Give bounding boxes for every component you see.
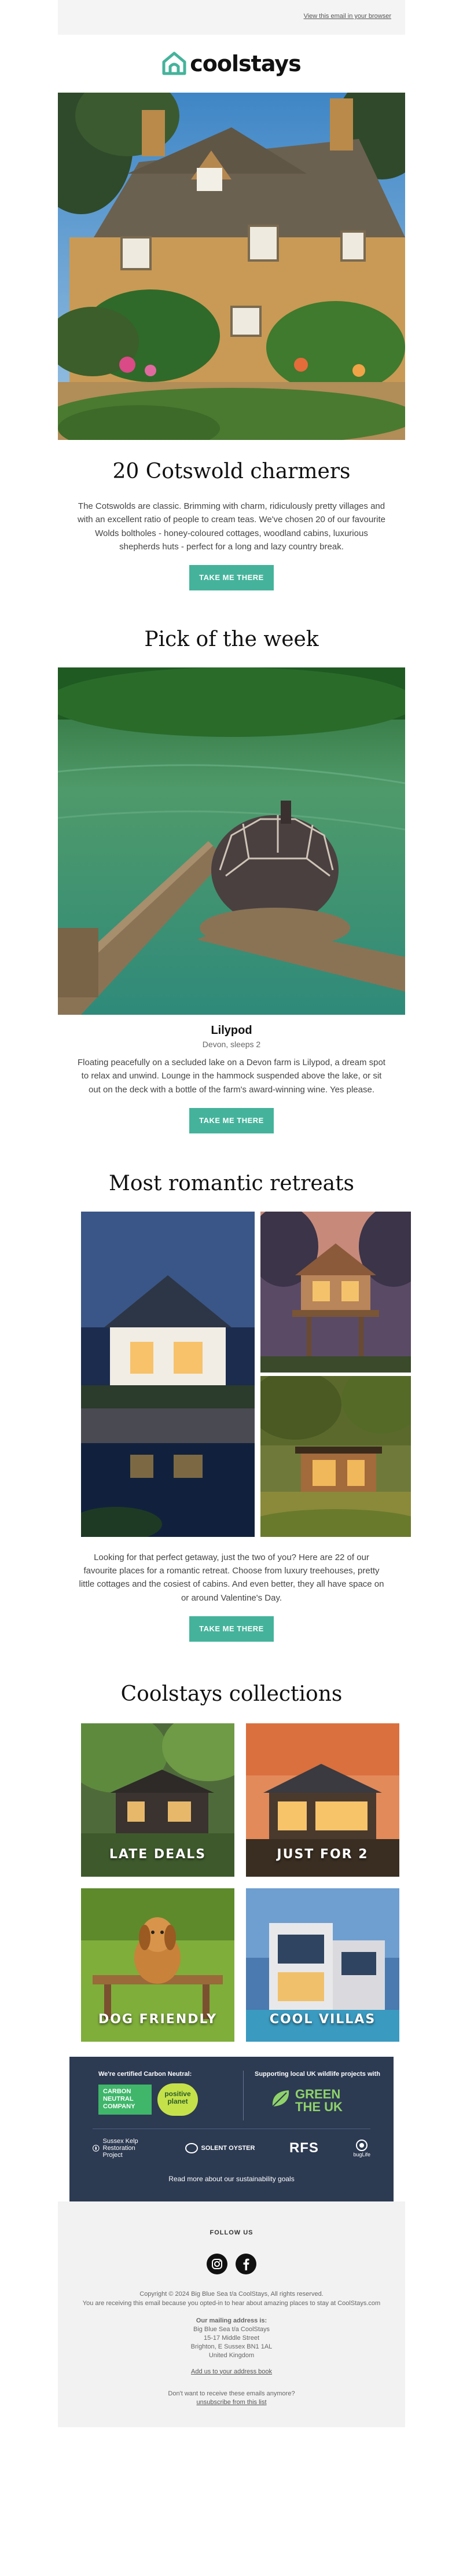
pick-cta-button[interactable]: TAKE ME THERE [189,1107,274,1133]
address-line: Big Blue Sea t/a CoolStays [193,2325,270,2333]
instagram-icon[interactable] [207,2253,227,2274]
brand-name: coolstays [190,51,301,76]
divider [243,2070,244,2120]
house-logo-icon [162,52,186,75]
preheader-bar: View this email in your browser [58,0,405,35]
bug-icon [356,2139,368,2151]
feature-cta-button[interactable]: TAKE ME THERE [189,565,274,590]
sustainability-panel[interactable]: We're certified Carbon Neutral: CARBON N… [69,2056,394,2201]
sustainability-link[interactable]: Read more about our sustainability goals [69,2175,394,2183]
positive-planet-line: planet [167,2097,188,2105]
partner-name: Sussex Kelp Restoration Project [102,2137,138,2159]
partner-buglife: bugLife [353,2139,370,2157]
partner-name: bugLife [353,2151,370,2157]
green-uk-line: THE UK [295,2099,343,2114]
carbon-badge-line: COMPANY [103,2103,135,2111]
property-location: Devon, sleeps 2 [202,1040,261,1049]
feature-title: 20 Cotswold charmers [112,460,351,483]
collection-label: COOL VILLAS [269,2012,376,2027]
romantic-treehouse-image[interactable] [260,1211,411,1373]
feature-body: The Cotswolds are classic. Brimming with… [77,501,386,552]
partner-sussex-kelp: Sussex Kelp Restoration Project [93,2138,150,2159]
collection-cool-villas[interactable]: COOL VILLAS [246,1888,399,2042]
cabin-illustration [260,1375,411,1537]
carbon-neutral-title: We're certified Carbon Neutral: [98,2070,192,2078]
facebook-icon[interactable] [236,2253,256,2274]
address-line: United Kingdom [208,2351,255,2359]
romantic-cottage-night-image[interactable] [81,1211,255,1537]
optin-reason: You are receiving this email because you… [82,2299,381,2307]
romantic-body: Looking for that perfect getaway, just t… [79,1552,384,1603]
positive-planet-badge: positive planet [157,2083,198,2116]
pick-body: Floating peacefully on a secluded lake o… [78,1058,385,1095]
collection-dog-friendly[interactable]: DOG FRIENDLY [81,1888,234,2042]
partner-solent-oyster: SOLENT OYSTER [185,2142,255,2155]
collections-grid: LATE DEALS JUST FOR 2 DOG FRIENDLY COOL … [69,1723,399,2047]
positive-planet-line: positive [164,2089,191,2098]
romantic-image-mosaic [69,1211,411,1537]
partner-name: SOLENT OYSTER [201,2144,255,2152]
collection-label: LATE DEALS [109,1847,207,1862]
green-uk-line: GREEN [295,2086,341,2101]
treehouse-illustration [260,1211,411,1373]
carbon-neutral-badge: CARBON NEUTRAL COMPANY [98,2084,152,2115]
unsubscribe-prompt: Don't want to receive these emails anymo… [168,2390,295,2397]
collections-heading: Coolstays collections [120,1682,343,1706]
collection-just-for-2[interactable]: JUST FOR 2 [246,1723,399,1877]
partner-rfs: RFS [289,2140,319,2156]
cottage-illustration [58,93,405,440]
cotswold-cottage-image[interactable] [58,93,405,440]
property-name: Lilypod [211,1024,252,1037]
collection-late-deals[interactable]: LATE DEALS [81,1723,234,1877]
romantic-cabin-image[interactable] [260,1375,411,1537]
lilypod-illustration [58,667,405,1015]
green-the-uk-logo: GREEN THE UK [295,2086,343,2114]
collection-label: DOG FRIENDLY [98,2012,218,2027]
copyright-text: Copyright © 2024 Big Blue Sea t/a CoolSt… [139,2290,324,2298]
carbon-badge-line: CARBON [103,2087,131,2095]
view-in-browser-link[interactable]: View this email in your browser [304,13,391,20]
add-address-link[interactable]: Add us to your address book [191,2368,272,2375]
social-links [58,2253,405,2274]
mailing-address-title: Our mailing address is: [196,2317,267,2324]
unsubscribe-link[interactable]: unsubscribe from this list [196,2399,266,2406]
wildlife-title: Supporting local UK wildlife projects wi… [255,2070,380,2078]
collection-label: JUST FOR 2 [277,1847,369,1862]
oyster-icon [185,2142,198,2153]
leaf-icon [272,2090,289,2107]
cottage-night-illustration [81,1211,255,1537]
romantic-heading: Most romantic retreats [108,1171,355,1195]
kelp-icon [93,2145,100,2152]
follow-us-label: FOLLOW US [210,2229,253,2236]
lilypod-image[interactable] [58,667,405,1015]
romantic-cta-button[interactable]: TAKE ME THERE [189,1616,274,1642]
pick-heading: Pick of the week [144,628,319,651]
carbon-badge-line: NEUTRAL [103,2095,134,2102]
email-container: View this email in your browser coolstay… [58,0,411,2427]
brand-logo[interactable]: coolstays [58,35,405,93]
address-line: Brighton, E Sussex BN1 1AL [190,2343,273,2350]
address-line: 15-17 Middle Street [204,2334,259,2342]
partner-logos: Sussex Kelp Restoration Project SOLENT O… [93,2138,370,2159]
email-footer: FOLLOW US Copyright © 2024 Big Blue Sea … [58,2201,405,2427]
